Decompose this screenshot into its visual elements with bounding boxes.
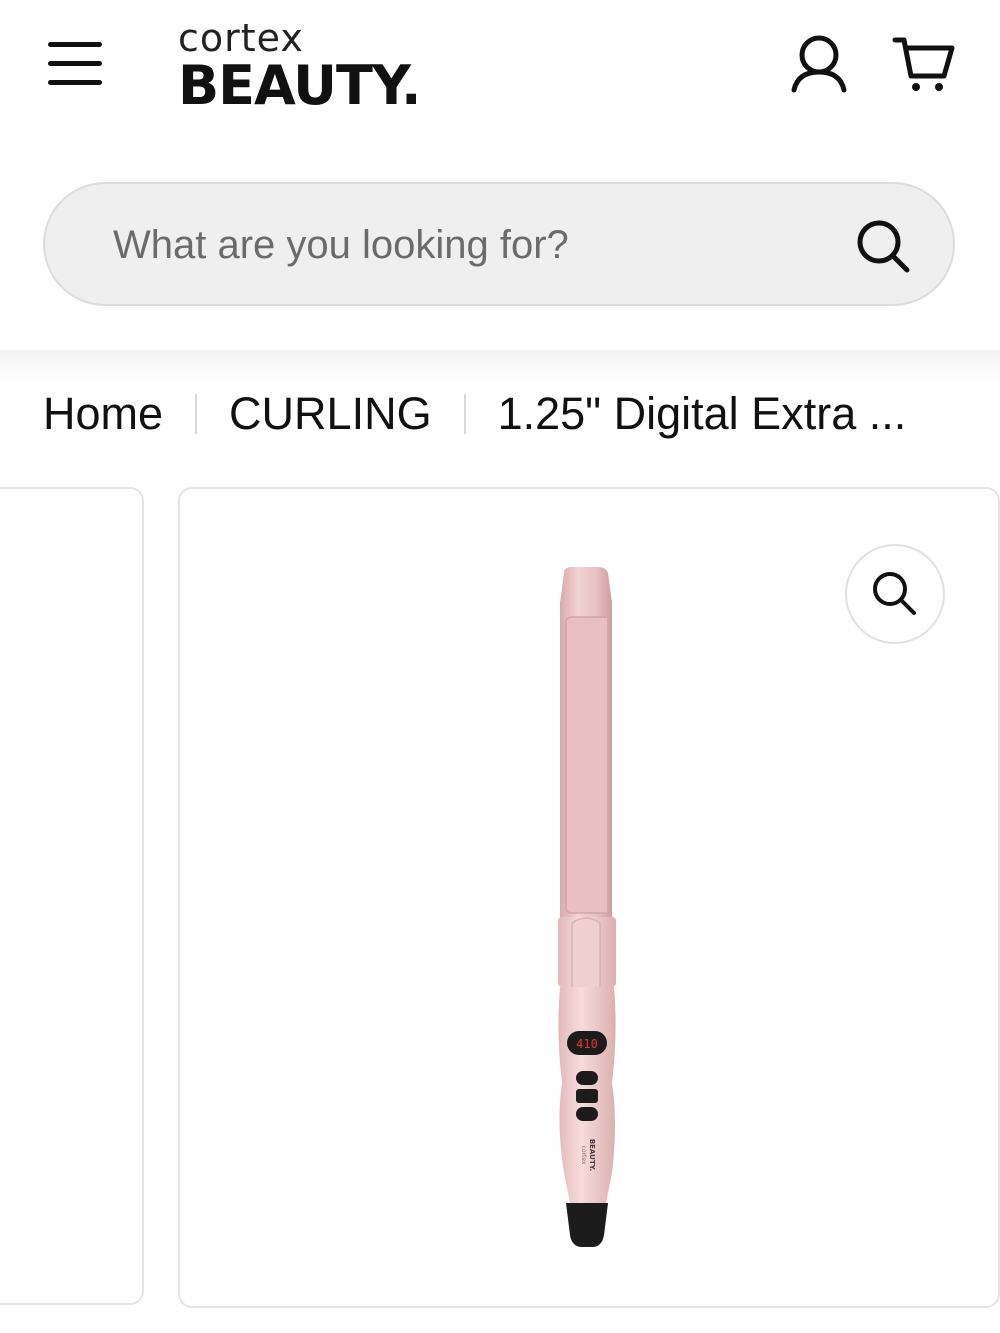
user-icon[interactable] — [786, 34, 852, 94]
breadcrumb-separator — [463, 394, 466, 434]
logo-text-top: cortex — [178, 16, 304, 60]
breadcrumb-current-product: 1.25" Digital Extra ... — [497, 388, 907, 439]
search-bar — [43, 182, 955, 306]
search-input[interactable] — [111, 214, 815, 276]
logo-text-bottom: BEAUTY. — [178, 54, 422, 117]
breadcrumb-home[interactable]: Home — [43, 388, 163, 440]
handle-brand-bottom: BEAUTY. — [588, 1139, 596, 1171]
previous-image-card[interactable] — [0, 487, 144, 1305]
hamburger-menu-icon[interactable] — [44, 38, 106, 90]
header-shadow — [0, 350, 1000, 382]
curling-iron-image: 410 cortex BEAUTY. — [558, 567, 616, 1247]
breadcrumb: Home CURLING 1.25" Digital Extra ... — [43, 384, 906, 444]
temperature-display: 410 — [576, 1037, 598, 1051]
breadcrumb-curling[interactable]: CURLING — [229, 388, 432, 440]
product-image-gallery: 410 cortex BEAUTY. — [0, 487, 1000, 1308]
zoom-icon[interactable] — [845, 544, 945, 644]
main-product-image-card[interactable]: 410 cortex BEAUTY. — [178, 487, 1000, 1308]
search-icon[interactable] — [853, 216, 913, 276]
cart-icon[interactable] — [892, 34, 958, 94]
breadcrumb-separator — [195, 394, 198, 434]
brand-logo[interactable]: cortex BEAUTY. — [178, 16, 422, 114]
handle-brand-top: cortex — [580, 1146, 587, 1165]
site-header: cortex BEAUTY. — [0, 0, 1000, 140]
